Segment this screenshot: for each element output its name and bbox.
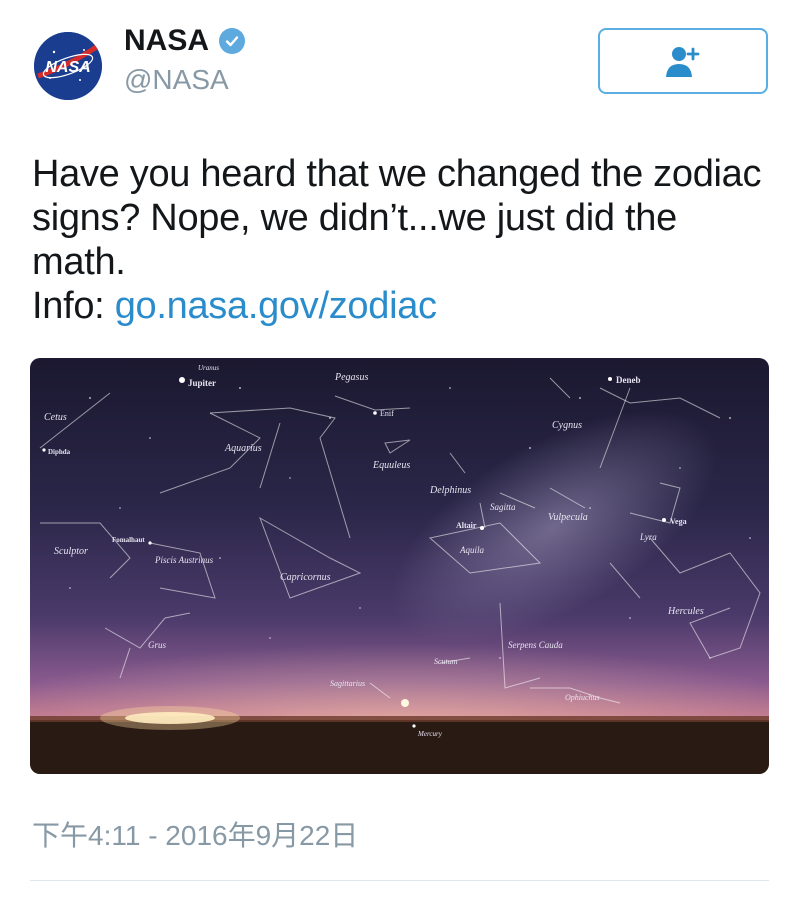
label-sagittarius: Sagittarius: [330, 679, 365, 688]
label-enif: Enif: [380, 409, 394, 418]
label-diphda: Diphda: [48, 448, 71, 456]
label-cygnus: Cygnus: [552, 420, 582, 431]
label-vulpecula: Vulpecula: [548, 512, 588, 523]
label-aquila: Aquila: [459, 545, 484, 555]
add-user-icon: [666, 47, 700, 77]
label-pegasus: Pegasus: [334, 372, 368, 383]
display-name-row[interactable]: NASA: [124, 24, 246, 58]
tweet-line-1: Have you heard that we changed the zodia…: [32, 153, 762, 195]
tweet-line-2: signs? Nope, we didn’t...we just did the…: [32, 197, 677, 283]
tweet-timestamp[interactable]: 下午4:11 - 2016年9月22日: [32, 814, 358, 854]
label-ophiuchus: Ophiuchus: [565, 693, 600, 702]
label-jupiter: Jupiter: [188, 378, 216, 388]
user-handle[interactable]: @NASA: [124, 64, 229, 96]
verified-badge-icon: [219, 28, 246, 54]
label-grus: Grus: [148, 640, 167, 650]
label-equuleus: Equuleus: [372, 460, 410, 471]
tweet-media-image[interactable]: Uranus Jupiter Pegasus Deneb Enif Cetus …: [30, 358, 769, 774]
label-sagitta: Sagitta: [490, 502, 516, 512]
label-sculptor: Sculptor: [54, 546, 88, 557]
label-scutum: Scutum: [434, 657, 458, 666]
label-capricornus: Capricornus: [280, 572, 331, 583]
tweet-line-3: Info: go.nasa.gov/zodiac: [32, 284, 772, 328]
label-altair: Altair: [456, 521, 477, 530]
tweet-link[interactable]: go.nasa.gov/zodiac: [115, 285, 437, 327]
tweet-text: Have you heard that we changed the zodia…: [32, 152, 772, 328]
label-hercules: Hercules: [667, 606, 704, 617]
label-aquarius: Aquarius: [224, 443, 262, 454]
label-piscis-austrinus: Piscis Austrinus: [154, 555, 214, 565]
display-name[interactable]: NASA: [124, 24, 209, 58]
label-lyra: Lyra: [639, 532, 657, 542]
follow-button[interactable]: [598, 28, 768, 94]
label-delphinus: Delphinus: [429, 485, 471, 496]
label-cetus: Cetus: [44, 412, 67, 423]
tweet-info-prefix: Info:: [32, 285, 115, 327]
avatar[interactable]: NASA: [34, 32, 102, 100]
label-fomalhaut: Fomalhaut: [112, 536, 145, 544]
label-serpens-cauda: Serpens Cauda: [508, 640, 563, 650]
avatar-logo-text: NASA: [45, 59, 90, 76]
label-uranus: Uranus: [198, 364, 219, 372]
divider: [30, 880, 769, 881]
label-vega: Vega: [670, 517, 687, 526]
label-deneb: Deneb: [616, 375, 641, 385]
label-mercury: Mercury: [417, 730, 443, 738]
